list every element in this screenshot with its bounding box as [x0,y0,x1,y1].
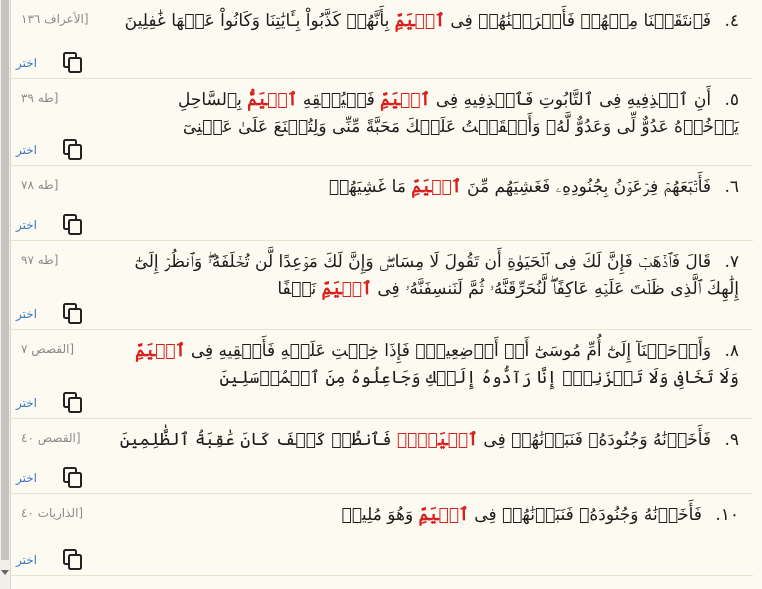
choose-link[interactable]: اختر [16,471,37,485]
verse-reference: [القصص ٧ [21,342,75,356]
verse-text: ١٠. فَأَخَذۡنَٰهُ وَجُنُودَهُۥ فَنَبَذۡن… [341,505,739,525]
copy-icon[interactable] [63,303,83,325]
row-controls: [القصص ٤٠ اختر [11,419,131,493]
highlighted-word: ٱلۡيَمِّ [418,505,469,525]
copy-icon[interactable] [63,549,83,571]
results-list: [الأعراف ١٣٦ اختر ٤. فَٱنتَقَمۡنَا مِنۡه… [11,0,753,589]
choose-link[interactable]: اختر [16,56,37,70]
row-controls: [القصص ٧ اختر [11,330,131,418]
highlighted-word: ٱلۡيَمِّ [380,90,431,110]
scroll-down-arrow-icon[interactable] [1,570,9,575]
choose-link[interactable]: اختر [16,143,37,157]
list-item: [القصص ٤٠ اختر ٩. فَأَخَذۡنَٰهُ وَجُنُود… [11,419,753,494]
verse-reference: [طه ٧٨ [21,178,59,192]
choose-link[interactable]: اختر [16,396,37,410]
verse-text: ٧. قَالَ فَٱذۡهَبۡ فَإِنَّ لَكَ فِى ٱلۡح… [134,252,739,299]
verse-text: ٨. وَأَوۡحَيۡنَآ إِلَىٰٓ أُمِّ مُوسَىٰٓ … [135,341,739,388]
list-item: [القصص ٧ اختر ٨. وَأَوۡحَيۡنَآ إِلَىٰٓ أ… [11,330,753,419]
highlighted-word: ٱلۡيَمِّ [321,279,372,299]
list-item: [الذاريات ٤٠ اختر ١٠. فَأَخَذۡنَٰهُ وَجُ… [11,494,753,576]
verse-number: ٩. [724,430,739,450]
verse-reference: [طه ٣٩ [21,91,59,105]
verse-text: ٤. فَٱنتَقَمۡنَا مِنۡهُمۡ فَأَغۡرَقۡنَٰه… [124,11,739,31]
list-item: [طه ٧٨ اختر ٦. فَأَتۡبَعَهُمۡ فِرۡعَوۡنُ… [11,166,753,241]
verse-text: ٩. فَأَخَذۡنَٰهُ وَجُنُودَهُۥ فَنَبَذۡنَ… [119,430,739,450]
row-controls: [طه ٧٨ اختر [11,166,131,240]
verse-reference: [الذاريات ٤٠ [21,506,84,520]
verse-number: ٨. [724,341,739,361]
verse-number: ٥. [724,90,739,110]
row-controls: [طه ٩٧ اختر [11,241,131,329]
verse-text: ٥. أَنِ ٱقۡذِفِيهِ فِى ٱلتَّابُوتِ فَٱقۡ… [177,90,739,137]
highlighted-word: ٱلۡيَمِّ [411,177,462,197]
list-item: [الأعراف ١٣٦ اختر ٤. فَٱنتَقَمۡنَا مِنۡه… [11,0,753,79]
copy-icon[interactable] [63,214,83,236]
highlighted-word: ٱلۡيَمِّ [394,11,446,31]
verse-reference: [الأعراف ١٣٦ [21,12,89,26]
verse-number: ١٠. [715,505,739,525]
copy-icon[interactable] [63,467,83,489]
row-controls: [الذاريات ٤٠ اختر [11,494,131,575]
highlighted-word: ٱلۡيَمِّۖ [396,430,478,450]
copy-icon[interactable] [63,52,83,74]
choose-link[interactable]: اختر [16,553,37,567]
scrollbar-thumb[interactable] [1,0,9,560]
highlighted-word: ٱلۡيَمُّ [247,90,298,110]
choose-link[interactable]: اختر [16,307,37,321]
copy-icon[interactable] [63,392,83,414]
verse-text: ٦. فَأَتۡبَعَهُمۡ فِرۡعَوۡنُ بِجُنُودِهِ… [328,177,739,197]
verse-reference: [طه ٩٧ [21,253,59,267]
copy-icon[interactable] [63,139,83,161]
verse-number: ٧. [724,252,739,272]
verse-number: ٤. [724,11,739,31]
choose-link[interactable]: اختر [16,218,37,232]
row-controls: [الأعراف ١٣٦ اختر [11,0,131,78]
verse-reference: [القصص ٤٠ [21,431,81,445]
highlighted-word: ٱلۡيَمِّ [135,341,186,361]
vertical-scrollbar[interactable] [0,0,11,589]
list-item: [طه ٣٩ اختر ٥. أَنِ ٱقۡذِفِيهِ فِى ٱلتَّ… [11,79,753,166]
row-controls: [طه ٣٩ اختر [11,79,131,165]
list-item: [طه ٩٧ اختر ٧. قَالَ فَٱذۡهَبۡ فَإِنَّ ل… [11,241,753,330]
verse-number: ٦. [724,177,739,197]
